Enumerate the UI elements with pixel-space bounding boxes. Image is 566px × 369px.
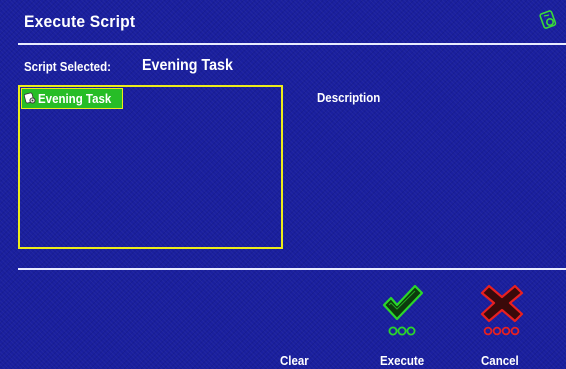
script-selected-value: Evening Task xyxy=(142,57,233,74)
button-bar-divider xyxy=(18,268,566,270)
execute-button[interactable]: Execute xyxy=(380,354,424,368)
title-divider xyxy=(18,43,566,45)
script-list[interactable]: Evening Task xyxy=(18,85,283,249)
execute-script-dialog: Execute Script Script Selected: Evening … xyxy=(0,0,566,369)
script-gear-icon xyxy=(24,92,36,104)
description-label: Description xyxy=(317,91,381,105)
red-x-icon[interactable] xyxy=(479,283,525,341)
window-title: Execute Script xyxy=(24,12,136,31)
clear-button[interactable]: Clear xyxy=(280,354,309,368)
list-item[interactable]: Evening Task xyxy=(21,88,123,109)
script-gear-icon xyxy=(539,10,557,29)
script-selected-label: Script Selected: xyxy=(24,60,111,74)
cancel-button[interactable]: Cancel xyxy=(481,354,519,368)
green-checkmark-icon[interactable] xyxy=(379,283,425,341)
list-item-label: Evening Task xyxy=(38,91,112,106)
